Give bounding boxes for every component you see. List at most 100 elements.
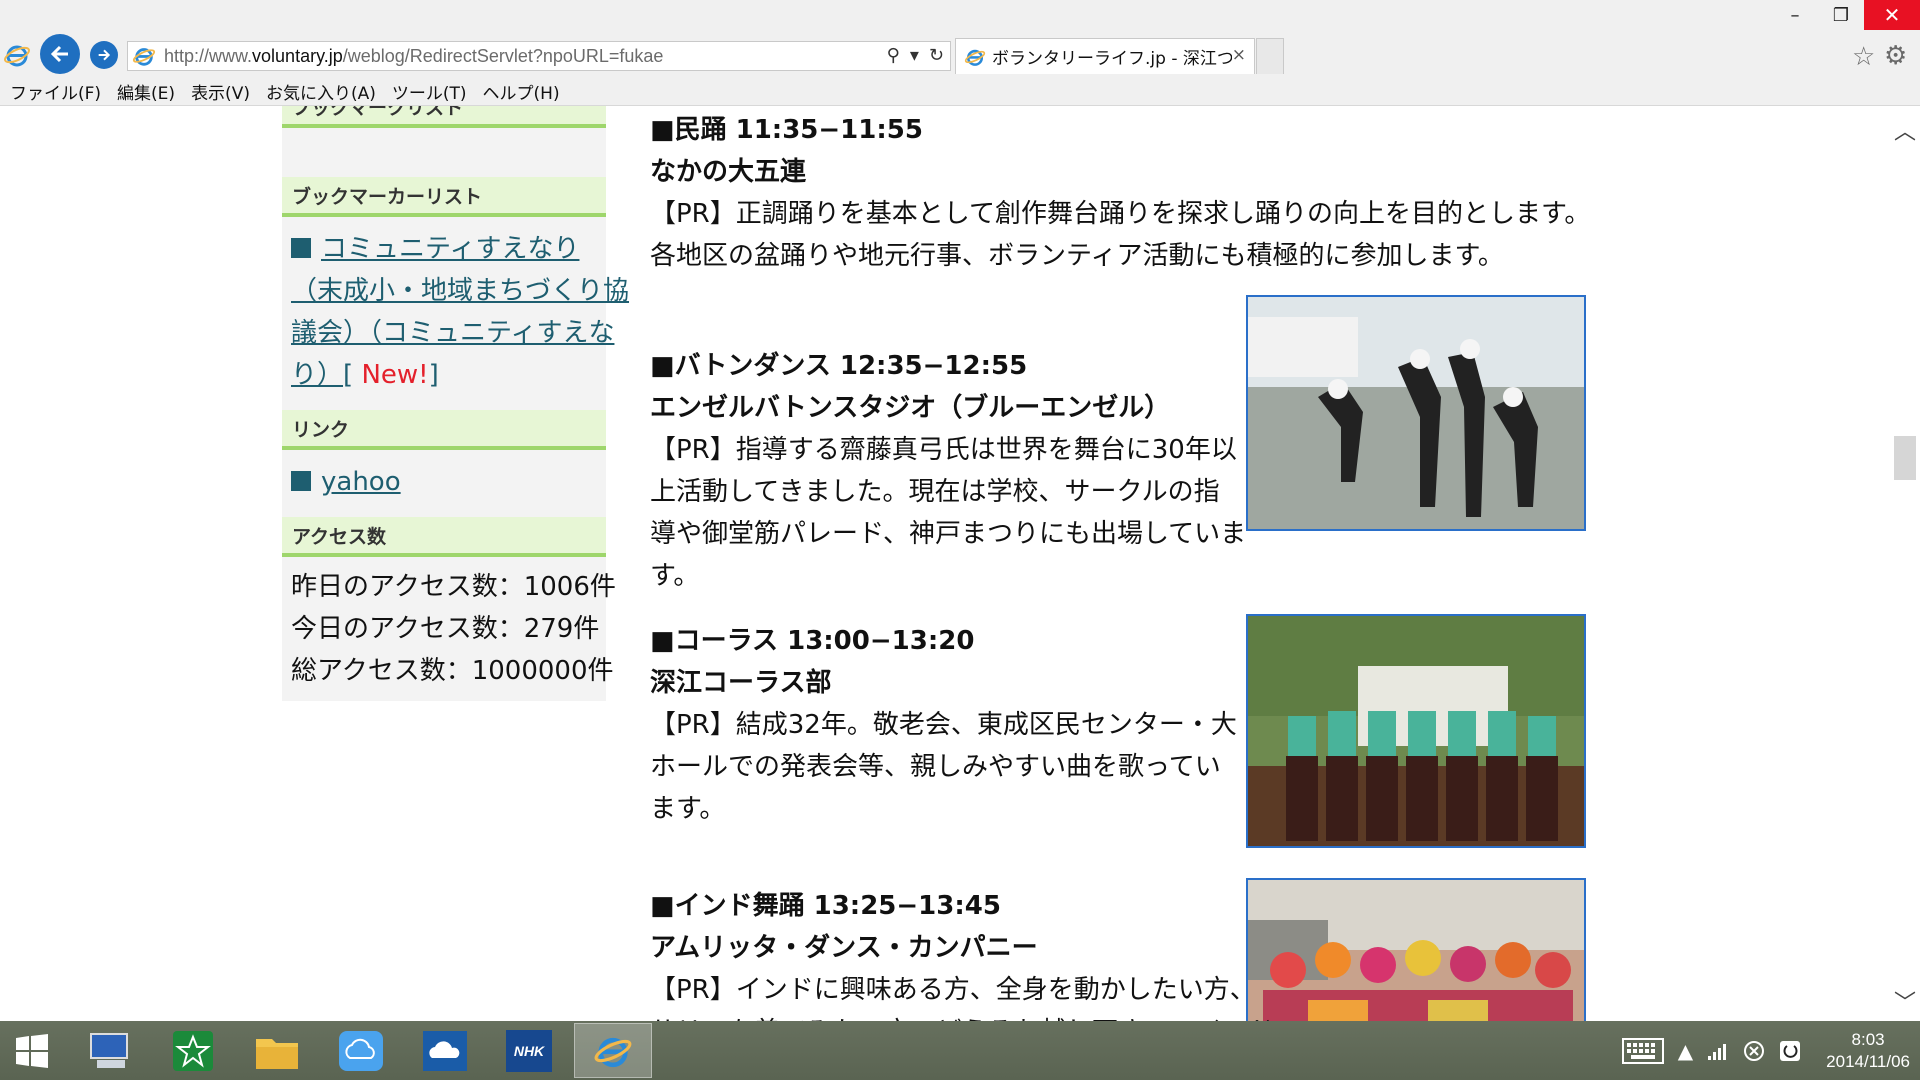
ie-logo-icon [4,45,30,67]
address-bar[interactable]: http://www.voluntary.jp/weblog/RedirectS… [127,41,951,71]
minyo-group: なかの大五連 [650,157,807,187]
clock-date: 2014/11/06 [1826,1051,1910,1071]
baton-group: エンゼルバトンスタジオ（ブルーエンゼル） [650,393,1171,423]
links-heading: リンク [282,410,606,450]
baton-dance-image [1248,297,1584,529]
search-icon[interactable]: ⚲ [887,45,900,66]
chorus-desc-line: ホールでの発表会等、親しみやすい曲を歌ってい [650,752,1221,782]
dropdown-icon[interactable]: ▾ [910,45,919,66]
url-text[interactable]: http://www.voluntary.jp/weblog/RedirectS… [164,46,663,67]
baton-dance-photo [1246,295,1586,531]
green-star-icon [173,1030,213,1071]
taskbar-file-explorer[interactable] [238,1023,316,1078]
yahoo-link-label: yahoo [321,467,401,497]
page-viewport: ブックマークリスト ブックマーカーリスト コミュニティすえなり （末成小・地域ま… [0,106,1920,1021]
back-button[interactable] [40,34,80,74]
community-link-block: コミュニティすえなり （末成小・地域まちづくり協 議会）（コミュニティすえな り… [291,228,629,396]
browser-chrome: – ❐ ✕ http://www.voluntary.jp/weblog/Red… [0,0,1920,106]
community-link-cont[interactable]: 議会）（コミュニティすえな [291,318,614,348]
new-tab-button[interactable] [1256,38,1284,74]
ie-taskbar-icon [594,1037,632,1067]
url-path: /weblog/RedirectServlet?npoURL=fukae [342,45,664,66]
menu-tools[interactable]: ツール(T) [392,79,467,104]
menu-help[interactable]: ヘルプ(H) [483,79,560,104]
clock[interactable]: 8:03 2014/11/06 [1826,1029,1910,1073]
menu-edit[interactable]: 編集(E) [117,79,175,104]
yahoo-link[interactable]: yahoo [291,467,401,497]
windows-logo-icon [16,1033,48,1068]
restore-button[interactable]: ❐ [1818,0,1864,30]
show-hidden-icons-icon[interactable]: ▲ [1678,1039,1693,1063]
minyo-desc-line: 【PR】正調踊りを基本として創作舞台踊りを探求し踊りの向上を目的とします。 [650,199,1591,229]
menu-view[interactable]: 表示(V) [191,79,250,104]
ie-page-icon [132,48,156,66]
access-heading: アクセス数 [282,517,606,557]
forward-button[interactable] [90,41,118,69]
baton-desc-line: 【PR】指導する齋藤真弓氏は世界を舞台に30年以 [650,435,1237,465]
arrow-left-icon [50,45,68,63]
taskbar-nhk[interactable]: NHK [490,1023,568,1078]
square-bullet-icon [291,471,311,491]
scrollbar-thumb[interactable] [1894,436,1916,480]
new-bracket: ] [428,360,439,390]
baton-desc-line: 上活動してきました。現在は学校、サークルの指 [650,477,1220,507]
menu-favorites[interactable]: お気に入り(A) [266,79,376,104]
baton-desc-line: す。 [650,561,700,591]
nhk-logo-icon: NHK [506,1029,552,1072]
ie-tab-icon [964,49,986,66]
community-link[interactable]: コミュニティすえなり [291,234,579,264]
taskbar: NHK ▲ 8:03 2014/11/06 [0,1021,1920,1080]
refresh-icon[interactable]: ↻ [929,45,944,66]
baton-desc-line: 導や御堂筋パレード、神戸まつりにも出場していま [650,519,1247,549]
volume-status-icon[interactable] [1779,1040,1801,1062]
indian-desc-line: 【PR】インドに興味ある方、全身を動かしたい方、 [650,975,1256,1005]
chorus-image [1248,616,1584,846]
baton-heading: ■バトンダンス 12:35−12:55 [650,351,1028,381]
arrow-right-icon [98,49,111,61]
scroll-up-icon[interactable]: ︿ [1894,114,1916,146]
tab-close-icon[interactable]: × [1232,45,1246,65]
gear-icon[interactable]: ⚙ [1884,41,1907,71]
indian-heading: ■インド舞踊 13:25−13:45 [650,891,1001,921]
clock-time: 8:03 [1851,1029,1885,1049]
favorites-star-icon[interactable]: ☆ [1852,42,1875,72]
access-yesterday: 昨日のアクセス数：1006件 [291,572,616,602]
indian-dance-image [1248,880,1584,1021]
taskbar-green-app[interactable] [154,1023,232,1078]
url-prefix: http://www. [164,45,253,66]
new-badge: New! [361,360,429,390]
community-link-cont[interactable]: り） [291,360,343,390]
signal-icon[interactable] [1707,1041,1729,1061]
minimize-button[interactable]: – [1772,0,1818,30]
chorus-heading: ■コーラス 13:00−13:20 [650,626,975,656]
minyo-heading: ■民踊 11:35−11:55 [650,115,923,145]
folder-icon [256,1038,298,1069]
chorus-desc-line: 【PR】結成32年。敬老会、東成区民センター・大 [650,710,1237,740]
chorus-desc-line: ます。 [650,794,726,824]
menu-file[interactable]: ファイル(F) [10,79,101,104]
system-tray: ▲ 8:03 2014/11/06 [1615,1021,1920,1080]
minyo-desc-line: 各地区の盆踊りや地元行事、ボランティア活動にも積極的に参加します。 [650,241,1504,271]
taskbar-icloud[interactable] [322,1023,400,1078]
indian-dance-photo [1246,878,1586,1021]
indian-group: アムリッタ・ダンス・カンパニー [650,933,1038,963]
window-controls: – ❐ ✕ [1772,0,1920,30]
taskbar-internet-explorer[interactable] [574,1023,652,1078]
indian-desc-line: サリーを着てみたい方、どうぞお越し下さい。インド [650,1011,1274,1021]
close-window-button[interactable]: ✕ [1864,0,1920,30]
computer-icon [90,1032,128,1068]
keyboard-icon[interactable] [1621,1037,1664,1064]
start-button[interactable] [0,1021,64,1080]
community-link-cont[interactable]: （末成小・地域まちづくり協 [291,276,629,306]
taskbar-onedrive[interactable] [406,1023,484,1078]
address-tools: ⚲ ▾ ↻ [887,45,944,66]
cloud-icon [339,1030,383,1071]
network-error-icon[interactable] [1743,1040,1765,1062]
chorus-group: 深江コーラス部 [650,668,832,698]
new-bracket: [ [343,360,362,390]
taskbar-remote-desktop[interactable] [70,1023,148,1078]
access-total: 総アクセス数：1000000件 [291,656,614,686]
tab-title: ボランタリーライフ.jp - 深江つな... [992,49,1232,69]
tab-current[interactable]: ボランタリーライフ.jp - 深江つな... × [955,38,1255,74]
scroll-down-icon[interactable]: ﹀ [1894,985,1916,1017]
